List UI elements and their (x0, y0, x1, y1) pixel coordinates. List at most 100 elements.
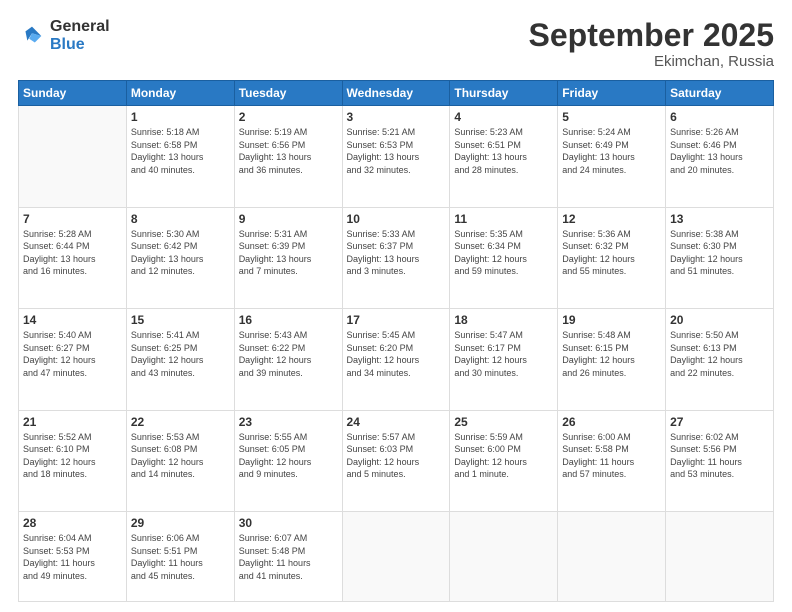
day-number: 14 (23, 313, 122, 327)
cell-info: Sunrise: 6:04 AM Sunset: 5:53 PM Dayligh… (23, 532, 122, 582)
table-row: 7Sunrise: 5:28 AM Sunset: 6:44 PM Daylig… (19, 207, 127, 308)
day-number: 21 (23, 415, 122, 429)
cell-info: Sunrise: 5:52 AM Sunset: 6:10 PM Dayligh… (23, 431, 122, 481)
col-thursday: Thursday (450, 81, 558, 106)
month-title: September 2025 (529, 18, 774, 53)
day-number: 22 (131, 415, 230, 429)
cell-info: Sunrise: 6:02 AM Sunset: 5:56 PM Dayligh… (670, 431, 769, 481)
cell-info: Sunrise: 5:30 AM Sunset: 6:42 PM Dayligh… (131, 228, 230, 278)
table-row: 6Sunrise: 5:26 AM Sunset: 6:46 PM Daylig… (666, 106, 774, 207)
table-row: 22Sunrise: 5:53 AM Sunset: 6:08 PM Dayli… (126, 410, 234, 511)
cell-info: Sunrise: 5:47 AM Sunset: 6:17 PM Dayligh… (454, 329, 553, 379)
day-number: 11 (454, 212, 553, 226)
day-number: 6 (670, 110, 769, 124)
day-number: 26 (562, 415, 661, 429)
table-row: 24Sunrise: 5:57 AM Sunset: 6:03 PM Dayli… (342, 410, 450, 511)
table-row (450, 512, 558, 602)
col-saturday: Saturday (666, 81, 774, 106)
day-number: 20 (670, 313, 769, 327)
table-row: 1 Sunrise: 5:18 AM Sunset: 6:58 PM Daylig… (126, 106, 234, 207)
location: Ekimchan, Russia (529, 53, 774, 70)
day-number: 4 (454, 110, 553, 124)
table-row: 9Sunrise: 5:31 AM Sunset: 6:39 PM Daylig… (234, 207, 342, 308)
cell-info: Sunrise: 5:45 AM Sunset: 6:20 PM Dayligh… (347, 329, 446, 379)
day-number: 10 (347, 212, 446, 226)
table-row: 2Sunrise: 5:19 AM Sunset: 6:56 PM Daylig… (234, 106, 342, 207)
day-number: 7 (23, 212, 122, 226)
col-friday: Friday (558, 81, 666, 106)
table-row (666, 512, 774, 602)
cell-info: Sunrise: 5:36 AM Sunset: 6:32 PM Dayligh… (562, 228, 661, 278)
day-number: 18 (454, 313, 553, 327)
calendar-week-row-1: 1 Sunrise: 5:18 AM Sunset: 6:58 PM Daylig… (19, 106, 774, 207)
day-number: 15 (131, 313, 230, 327)
table-row: 10 Sunrise: 5:33 AM Sunset: 6:37 PM Dayli… (342, 207, 450, 308)
title-section: September 2025 Ekimchan, Russia (529, 18, 774, 70)
col-sunday: Sunday (19, 81, 127, 106)
calendar-week-row-5: 28 Sunrise: 6:04 AM Sunset: 5:53 PM Dayli… (19, 512, 774, 602)
day-number: 29 (131, 516, 230, 530)
table-row: 28 Sunrise: 6:04 AM Sunset: 5:53 PM Dayli… (19, 512, 127, 602)
day-number: 27 (670, 415, 769, 429)
cell-info: Sunrise: 5:50 AM Sunset: 6:13 PM Dayligh… (670, 329, 769, 379)
cell-info: Sunrise: 5:33 AM Sunset: 6:37 PM Dayligh… (347, 228, 446, 278)
day-number: 19 (562, 313, 661, 327)
table-row: 11 Sunrise: 5:35 AM Sunset: 6:34 PM Dayli… (450, 207, 558, 308)
day-number: 8 (131, 212, 230, 226)
table-row: 26 Sunrise: 6:00 AM Sunset: 5:58 PM Dayli… (558, 410, 666, 511)
page: General Blue September 2025 Ekimchan, Ru… (0, 0, 792, 612)
calendar-week-row-2: 7Sunrise: 5:28 AM Sunset: 6:44 PM Daylig… (19, 207, 774, 308)
table-row (342, 512, 450, 602)
table-row: 18 Sunrise: 5:47 AM Sunset: 6:17 PM Dayli… (450, 309, 558, 410)
cell-info: Sunrise: 5:21 AM Sunset: 6:53 PM Dayligh… (347, 126, 446, 176)
cell-info: Sunrise: 5:18 AM Sunset: 6:58 PM Dayligh… (131, 126, 230, 176)
day-number: 30 (239, 516, 338, 530)
day-number: 24 (347, 415, 446, 429)
table-row (558, 512, 666, 602)
cell-info: Sunrise: 5:23 AM Sunset: 6:51 PM Dayligh… (454, 126, 553, 176)
logo-text: General Blue (50, 18, 110, 53)
col-tuesday: Tuesday (234, 81, 342, 106)
table-row: 14 Sunrise: 5:40 AM Sunset: 6:27 PM Dayli… (19, 309, 127, 410)
day-number: 12 (562, 212, 661, 226)
table-row: 12 Sunrise: 5:36 AM Sunset: 6:32 PM Dayli… (558, 207, 666, 308)
col-monday: Monday (126, 81, 234, 106)
table-row: 30Sunrise: 6:07 AM Sunset: 5:48 PM Dayli… (234, 512, 342, 602)
header: General Blue September 2025 Ekimchan, Ru… (18, 18, 774, 70)
day-number: 16 (239, 313, 338, 327)
cell-info: Sunrise: 5:35 AM Sunset: 6:34 PM Dayligh… (454, 228, 553, 278)
table-row: 23 Sunrise: 5:55 AM Sunset: 6:05 PM Dayli… (234, 410, 342, 511)
calendar-week-row-3: 14 Sunrise: 5:40 AM Sunset: 6:27 PM Dayli… (19, 309, 774, 410)
cell-info: Sunrise: 5:38 AM Sunset: 6:30 PM Dayligh… (670, 228, 769, 278)
cell-info: Sunrise: 5:24 AM Sunset: 6:49 PM Dayligh… (562, 126, 661, 176)
table-row (19, 106, 127, 207)
day-number: 17 (347, 313, 446, 327)
table-row: 15Sunrise: 5:41 AM Sunset: 6:25 PM Dayli… (126, 309, 234, 410)
calendar-week-row-4: 21 Sunrise: 5:52 AM Sunset: 6:10 PM Dayli… (19, 410, 774, 511)
day-number: 23 (239, 415, 338, 429)
logo-blue-text: Blue (50, 36, 110, 54)
cell-info: Sunrise: 5:19 AM Sunset: 6:56 PM Dayligh… (239, 126, 338, 176)
cell-info: Sunrise: 5:55 AM Sunset: 6:05 PM Dayligh… (239, 431, 338, 481)
table-row: 4 Sunrise: 5:23 AM Sunset: 6:51 PM Daylig… (450, 106, 558, 207)
cell-info: Sunrise: 5:43 AM Sunset: 6:22 PM Dayligh… (239, 329, 338, 379)
day-number: 9 (239, 212, 338, 226)
table-row: 27 Sunrise: 6:02 AM Sunset: 5:56 PM Dayli… (666, 410, 774, 511)
logo-icon (18, 22, 46, 50)
cell-info: Sunrise: 5:40 AM Sunset: 6:27 PM Dayligh… (23, 329, 122, 379)
logo: General Blue (18, 18, 110, 53)
table-row: 13 Sunrise: 5:38 AM Sunset: 6:30 PM Dayli… (666, 207, 774, 308)
day-number: 28 (23, 516, 122, 530)
table-row: 8 Sunrise: 5:30 AM Sunset: 6:42 PM Daylig… (126, 207, 234, 308)
day-number: 13 (670, 212, 769, 226)
table-row: 17 Sunrise: 5:45 AM Sunset: 6:20 PM Dayli… (342, 309, 450, 410)
table-row: 29 Sunrise: 6:06 AM Sunset: 5:51 PM Dayli… (126, 512, 234, 602)
day-number: 1 (131, 110, 230, 124)
table-row: 5 Sunrise: 5:24 AM Sunset: 6:49 PM Daylig… (558, 106, 666, 207)
day-number: 5 (562, 110, 661, 124)
cell-info: Sunrise: 6:00 AM Sunset: 5:58 PM Dayligh… (562, 431, 661, 481)
day-number: 3 (347, 110, 446, 124)
cell-info: Sunrise: 6:06 AM Sunset: 5:51 PM Dayligh… (131, 532, 230, 582)
table-row: 16 Sunrise: 5:43 AM Sunset: 6:22 PM Dayli… (234, 309, 342, 410)
table-row: 20 Sunrise: 5:50 AM Sunset: 6:13 PM Dayli… (666, 309, 774, 410)
